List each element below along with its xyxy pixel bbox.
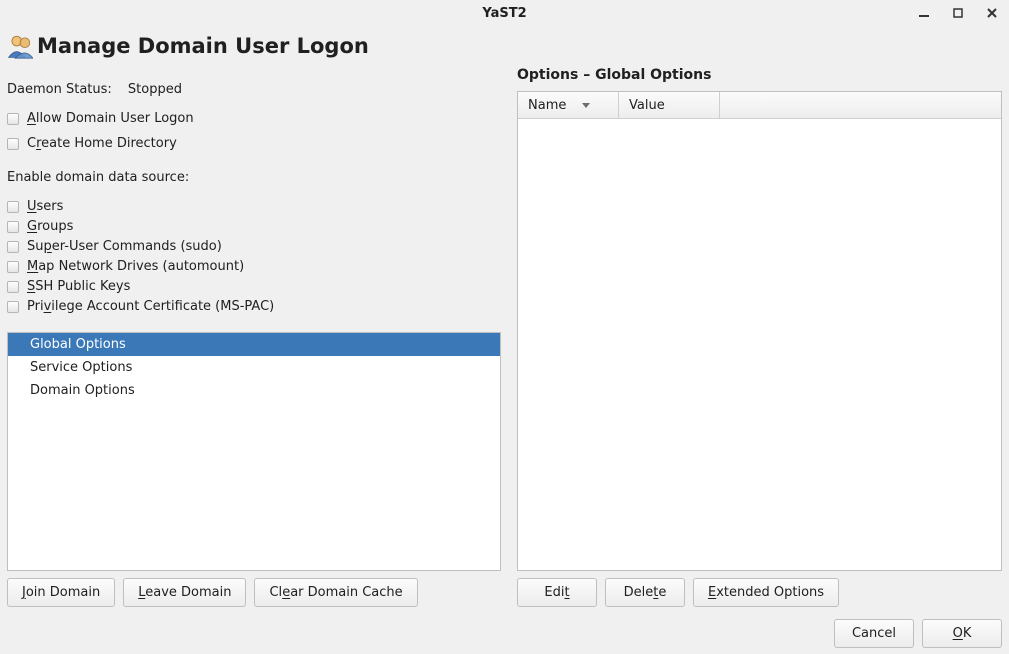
sudo-input[interactable]: [7, 241, 19, 253]
allow-domain-user-logon-label: Allow Domain User Logon: [27, 111, 194, 126]
page-title: Manage Domain User Logon: [37, 34, 369, 58]
page-header: Manage Domain User Logon: [7, 33, 1002, 59]
window-controls: [917, 0, 999, 26]
column-value-label: Value: [629, 98, 665, 113]
join-domain-button[interactable]: Join Domain: [7, 578, 115, 607]
sort-desc-icon: [582, 103, 590, 108]
allow-domain-user-logon-checkbox[interactable]: Allow Domain User Logon: [7, 111, 501, 126]
cancel-button[interactable]: Cancel: [834, 619, 914, 648]
pac-label: Privilege Account Certificate (MS-PAC): [27, 299, 274, 314]
window-close-button[interactable]: [985, 6, 999, 20]
create-home-directory-input[interactable]: [7, 138, 19, 150]
allow-domain-user-logon-input[interactable]: [7, 113, 19, 125]
automount-checkbox[interactable]: Map Network Drives (automount): [7, 259, 501, 274]
column-name-label: Name: [528, 98, 566, 113]
column-name-header[interactable]: Name: [518, 92, 619, 118]
daemon-status-line: Daemon Status: Stopped: [7, 82, 501, 97]
window-title: YaST2: [482, 6, 526, 21]
groups-input[interactable]: [7, 221, 19, 233]
pac-input[interactable]: [7, 301, 19, 313]
ssh-input[interactable]: [7, 281, 19, 293]
enable-domain-data-source-label: Enable domain data source:: [7, 170, 501, 185]
ssh-label: SSH Public Keys: [27, 279, 130, 294]
maximize-icon: [953, 8, 963, 18]
create-home-directory-label: Create Home Directory: [27, 136, 177, 151]
pac-checkbox[interactable]: Privilege Account Certificate (MS-PAC): [7, 299, 501, 314]
options-table-header: Name Value: [518, 92, 1001, 119]
column-value-header[interactable]: Value: [619, 92, 720, 118]
window-minimize-button[interactable]: [917, 6, 931, 20]
options-table-body: [518, 119, 1001, 570]
option-item[interactable]: Global Options: [8, 333, 500, 356]
sudo-checkbox[interactable]: Super-User Commands (sudo): [7, 239, 501, 254]
extended-options-button[interactable]: Extended Options: [693, 578, 839, 607]
option-item[interactable]: Service Options: [8, 356, 500, 379]
daemon-status-label: Daemon Status:: [7, 82, 112, 97]
window-maximize-button[interactable]: [951, 6, 965, 20]
clear-domain-cache-button[interactable]: Clear Domain Cache: [254, 578, 417, 607]
delete-button[interactable]: Delete: [605, 578, 685, 607]
users-label: Users: [27, 199, 63, 214]
users-icon: [7, 33, 33, 59]
minimize-icon: [919, 8, 929, 18]
close-icon: [987, 8, 997, 18]
options-list[interactable]: Global OptionsService OptionsDomain Opti…: [7, 332, 501, 571]
groups-label: Groups: [27, 219, 73, 234]
create-home-directory-checkbox[interactable]: Create Home Directory: [7, 136, 501, 151]
automount-input[interactable]: [7, 261, 19, 273]
users-input[interactable]: [7, 201, 19, 213]
column-filler: [720, 92, 1001, 118]
option-item[interactable]: Domain Options: [8, 379, 500, 402]
ssh-checkbox[interactable]: SSH Public Keys: [7, 279, 501, 294]
leave-domain-button[interactable]: Leave Domain: [123, 578, 246, 607]
automount-label: Map Network Drives (automount): [27, 259, 244, 274]
sudo-label: Super-User Commands (sudo): [27, 239, 222, 254]
groups-checkbox[interactable]: Groups: [7, 219, 501, 234]
daemon-status-value: Stopped: [128, 82, 182, 97]
users-checkbox[interactable]: Users: [7, 199, 501, 214]
ok-button[interactable]: OK: [922, 619, 1002, 648]
options-panel-heading: Options – Global Options: [517, 67, 1002, 83]
options-table: Name Value: [517, 91, 1002, 571]
window-titlebar: YaST2: [0, 0, 1009, 27]
edit-button[interactable]: Edit: [517, 578, 597, 607]
